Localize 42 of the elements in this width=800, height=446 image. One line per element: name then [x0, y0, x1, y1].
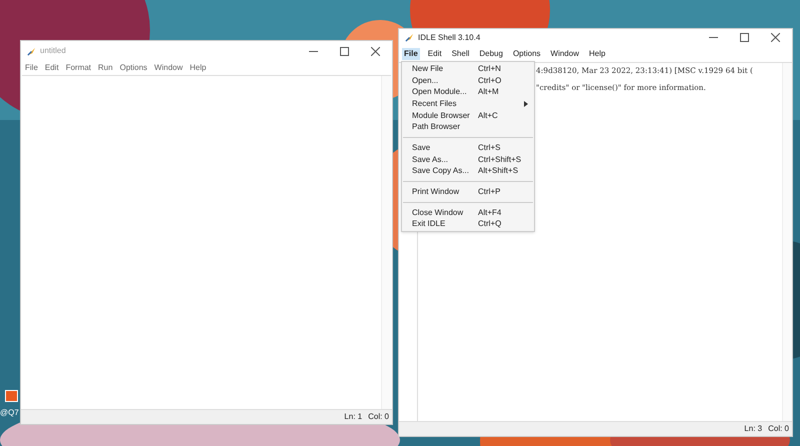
menu-option[interactable]: Open... Ctrl+O: [402, 74, 534, 86]
menu-item[interactable]: Help: [586, 48, 608, 60]
window-title: IDLE Shell 3.10.4: [418, 32, 480, 44]
maximize-icon[interactable]: [740, 33, 749, 42]
close-icon[interactable]: [371, 46, 380, 56]
menu-option[interactable]: Module Browser Alt+C: [402, 110, 534, 122]
close-icon[interactable]: [771, 33, 780, 42]
menu-item[interactable]: Debug: [477, 48, 505, 60]
menu-option[interactable]: Exit IDLE Ctrl+Q: [402, 218, 534, 230]
menu-item[interactable]: Options: [120, 62, 148, 74]
menu-item[interactable]: Format: [66, 62, 92, 74]
menu-option[interactable]: Open Module... Alt+M: [402, 86, 534, 98]
submenu-arrow-icon: [524, 100, 528, 107]
status-text: Col: 0: [368, 411, 389, 423]
menu-item[interactable]: Help: [190, 62, 206, 74]
feather-icon: [27, 46, 36, 56]
desktop-icon[interactable]: [5, 390, 18, 402]
menu-item[interactable]: Window: [154, 62, 183, 74]
maximize-icon[interactable]: [340, 46, 349, 56]
menu-option[interactable]: Path Browser: [402, 121, 534, 134]
menu-item[interactable]: Shell: [450, 48, 472, 60]
menu-option[interactable]: Print Window Ctrl+P: [402, 186, 534, 198]
menu-option[interactable]: Close Window Alt+F4: [402, 206, 534, 219]
menu-item[interactable]: Window: [548, 48, 581, 60]
menu-option[interactable]: Save Ctrl+S: [402, 142, 534, 154]
menu-item[interactable]: File: [25, 62, 38, 74]
menu-item[interactable]: Run: [98, 62, 113, 74]
status-text: Ln: 3: [744, 423, 762, 435]
menu-item[interactable]: File: [402, 48, 420, 60]
status-text: Ln: 1: [344, 411, 362, 423]
menu-option[interactable]: Save As... Ctrl+Shift+S: [402, 154, 534, 166]
menu-option[interactable]: Save Copy As... Alt+Shift+S: [402, 166, 534, 178]
menu-item[interactable]: Options: [510, 48, 543, 60]
menu-option[interactable]: Recent Files: [402, 98, 534, 110]
menu-item[interactable]: Edit: [426, 48, 444, 60]
menu-option[interactable]: New File Ctrl+N: [402, 63, 534, 75]
minimize-icon[interactable]: [309, 50, 318, 52]
window-title: untitled: [40, 45, 66, 57]
desktop-icon-label: @Q7: [0, 407, 19, 419]
feather-icon: [405, 33, 414, 42]
menu-item[interactable]: Edit: [44, 62, 59, 74]
status-text: Col: 0: [768, 423, 789, 435]
